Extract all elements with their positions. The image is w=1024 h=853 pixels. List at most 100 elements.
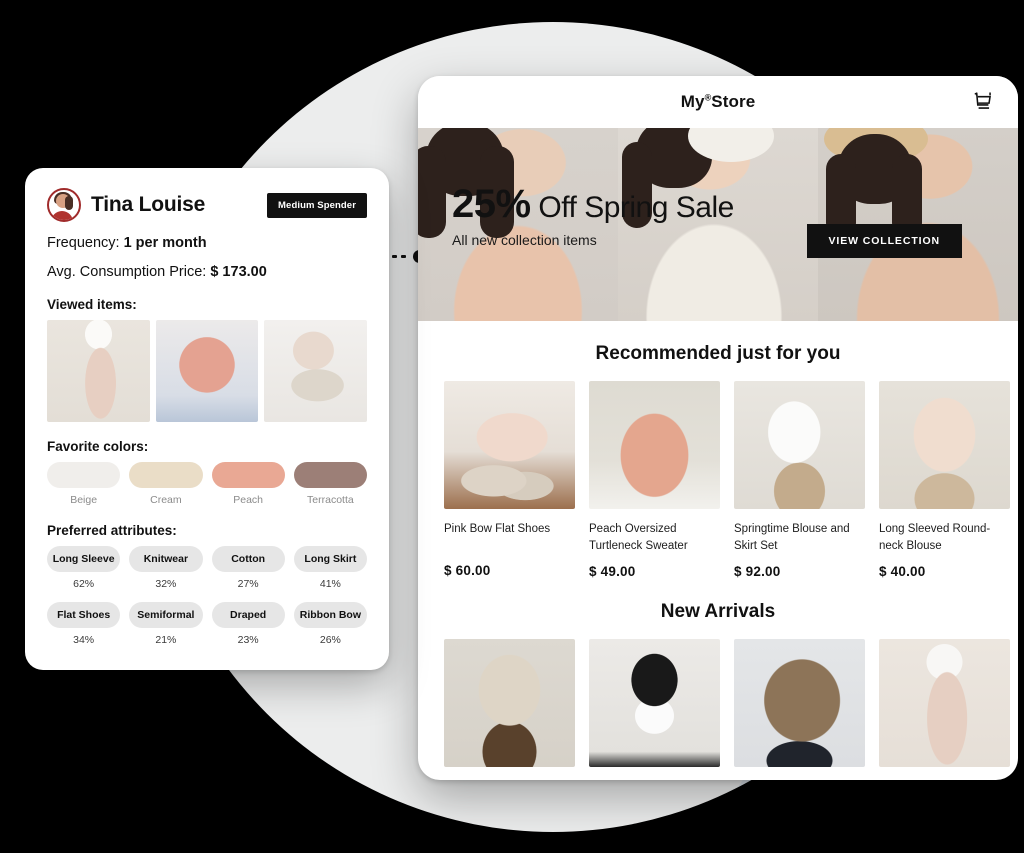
avg-price-label: Avg. Consumption Price: <box>47 264 207 280</box>
attribute-chip[interactable]: Knitwear <box>129 546 203 572</box>
favorite-color-item[interactable]: Beige <box>47 462 121 506</box>
store-logo-rest: Store <box>711 92 756 111</box>
attribute-chip[interactable]: Ribbon Bow <box>293 602 367 628</box>
product-card[interactable]: Peach Oversized Turtleneck Sweater $ 49.0… <box>589 381 720 579</box>
hero-headline: 25% Off Spring Sale <box>452 184 734 224</box>
product-image[interactable] <box>879 381 1010 509</box>
attribute-percentage: 32% <box>155 578 177 590</box>
color-swatch[interactable] <box>211 462 285 488</box>
product-card[interactable] <box>734 639 865 768</box>
attribute-percentage: 41% <box>319 578 341 590</box>
viewed-items-list <box>47 320 368 422</box>
hero-banner: 25% Off Spring Sale All new collection i… <box>418 128 1018 321</box>
preferred-attributes-row: Long Sleeve 62% Knitwear 32% Cotton 27% Long S… <box>47 546 367 598</box>
attribute-chip[interactable]: Flat Shoes <box>47 602 121 628</box>
favorite-color-item[interactable]: Peach <box>211 462 285 506</box>
preferred-attribute-item[interactable]: Long Sleeve 62% <box>47 546 121 598</box>
color-label: Peach <box>233 494 264 506</box>
color-label: Beige <box>70 494 98 506</box>
product-card[interactable]: Pink Bow Flat Shoes $ 60.00 <box>444 381 575 579</box>
color-label: Cream <box>150 494 182 506</box>
preferred-attribute-item[interactable]: Flat Shoes 34% <box>47 602 121 654</box>
product-name: Springtime Blouse and Skirt Set <box>734 523 850 552</box>
frequency-row: Frequency: 1 per month <box>47 235 367 251</box>
recommended-section-title: Recommended just for you <box>595 343 841 364</box>
favorite-color-item[interactable]: Terracotta <box>293 462 367 506</box>
connector-dash <box>392 255 397 258</box>
product-name: Peach Oversized Turtleneck Sweater <box>589 523 688 552</box>
attribute-percentage: 62% <box>73 578 95 590</box>
view-collection-button[interactable]: VIEW COLLECTION <box>806 224 962 258</box>
product-image[interactable] <box>444 381 575 509</box>
customer-name: Tina Louise <box>91 193 206 216</box>
attribute-chip[interactable]: Long Skirt <box>293 546 367 572</box>
preferred-attribute-item[interactable]: Semiformal 21% <box>129 602 203 654</box>
product-card[interactable] <box>444 639 575 768</box>
product-price: $ 92.00 <box>734 564 781 580</box>
favorite-color-item[interactable]: Cream <box>129 462 203 506</box>
product-image[interactable] <box>879 639 1010 768</box>
product-name: Pink Bow Flat Shoes <box>444 523 551 535</box>
attribute-chip[interactable]: Long Sleeve <box>47 546 121 572</box>
product-price: $ 60.00 <box>444 563 491 578</box>
viewed-item-thumbnail[interactable] <box>47 320 150 422</box>
color-swatch[interactable] <box>129 462 203 488</box>
product-image[interactable] <box>734 639 865 768</box>
new-arrivals-section-title: New Arrivals <box>660 601 776 623</box>
store-header: My®Store <box>418 76 1018 128</box>
preferred-attributes-label: Preferred attributes: <box>47 523 177 538</box>
color-swatch[interactable] <box>293 462 367 488</box>
color-swatch[interactable] <box>47 462 121 488</box>
preferred-attribute-item[interactable]: Knitwear 32% <box>129 546 203 598</box>
avg-price-value: $ 173.00 <box>210 264 267 280</box>
preferred-attributes-row: Flat Shoes 34% Semiformal 21% Draped 23% Ribbo… <box>47 602 367 654</box>
hero-discount-percent: 25% <box>452 182 531 226</box>
shopping-cart-icon[interactable] <box>972 91 994 113</box>
attribute-percentage: 27% <box>237 578 259 590</box>
hero-subline: All new collection items <box>452 232 597 248</box>
attribute-chip[interactable]: Cotton <box>211 546 285 572</box>
spender-status-badge[interactable]: Medium Spender <box>267 192 367 218</box>
product-image[interactable] <box>444 639 575 768</box>
attribute-percentage: 21% <box>155 634 177 646</box>
store-preview-card: My®Store 25% Off Spring Sale All new col… <box>418 76 1018 780</box>
product-price: $ 49.00 <box>589 564 636 580</box>
preferred-attribute-item[interactable]: Long Skirt 41% <box>293 546 367 598</box>
hero-text-overlay: 25% Off Spring Sale All new collection i… <box>452 184 734 248</box>
store-logo-main: My <box>680 92 705 111</box>
new-arrivals-products-rail[interactable] <box>418 639 1018 768</box>
profile-header: Tina Louise Medium Spender <box>47 188 367 222</box>
product-card[interactable] <box>589 639 720 768</box>
color-label: Terracotta <box>307 494 354 506</box>
attribute-percentage: 26% <box>319 634 341 646</box>
product-card[interactable]: Long Sleeved Round-neck Blouse $ 40.00 <box>879 381 1010 579</box>
connector-dash <box>401 255 406 258</box>
frequency-label: Frequency: <box>47 235 120 251</box>
frequency-value: 1 per month <box>123 235 207 251</box>
favorite-colors-label: Favorite colors: <box>47 439 149 454</box>
product-price: $ 40.00 <box>879 564 926 580</box>
product-name: Long Sleeved Round-neck Blouse <box>879 523 991 552</box>
product-image[interactable] <box>589 381 720 509</box>
product-image[interactable] <box>734 381 865 509</box>
product-card[interactable] <box>879 639 1010 768</box>
viewed-item-thumbnail[interactable] <box>264 320 368 422</box>
preferred-attribute-item[interactable]: Draped 23% <box>211 602 285 654</box>
viewed-item-thumbnail[interactable] <box>155 320 259 422</box>
product-card[interactable]: Springtime Blouse and Skirt Set $ 92.00 <box>734 381 865 579</box>
favorite-colors-list: Beige Cream Peach Terracotta <box>47 462 367 506</box>
customer-profile-card: Tina Louise Medium Spender Frequency: 1 … <box>25 168 389 670</box>
user-avatar-icon <box>47 188 81 222</box>
hero-headline-rest: Off Spring Sale <box>530 191 734 224</box>
screenshot-stage: My®Store 25% Off Spring Sale All new col… <box>0 0 1024 853</box>
recommended-products-rail[interactable]: Pink Bow Flat Shoes $ 60.00 Peach Oversize… <box>418 381 1018 579</box>
product-image[interactable] <box>589 639 720 768</box>
viewed-items-label: Viewed items: <box>47 297 137 312</box>
store-logo[interactable]: My®Store <box>681 92 756 112</box>
preferred-attribute-item[interactable]: Ribbon Bow 26% <box>293 602 367 654</box>
attribute-chip[interactable]: Semiformal <box>129 602 203 628</box>
attribute-percentage: 34% <box>73 634 95 646</box>
avg-price-row: Avg. Consumption Price: $ 173.00 <box>47 264 367 280</box>
attribute-chip[interactable]: Draped <box>211 602 285 628</box>
preferred-attribute-item[interactable]: Cotton 27% <box>211 546 285 598</box>
